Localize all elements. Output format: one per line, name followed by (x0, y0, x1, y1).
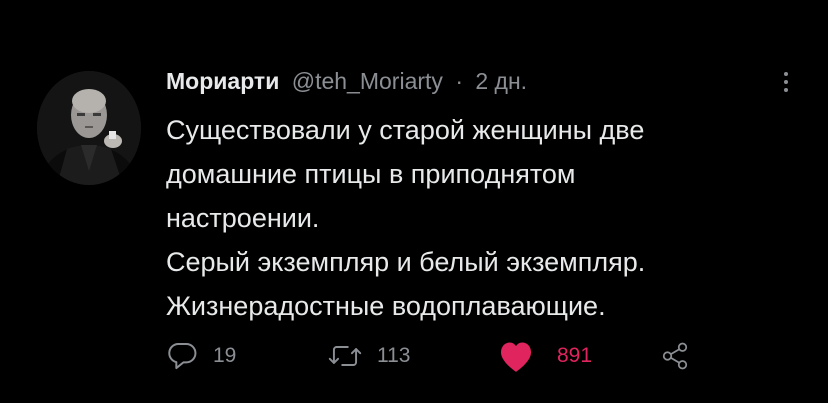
retweet-icon (328, 346, 362, 366)
retweet-count: 113 (377, 344, 411, 367)
tweet-text: Существовали у старой женщины две домашн… (166, 108, 786, 328)
tweet-actions: 19 113 891 (0, 336, 828, 376)
more-vertical-icon (784, 72, 788, 92)
tweet-text-line: домашние птицы в приподнятом (166, 159, 576, 189)
avatar[interactable] (37, 71, 141, 185)
author-handle[interactable]: @teh_Moriarty (292, 68, 443, 94)
author-display-name[interactable]: Мориарти (166, 68, 279, 94)
reply-count: 19 (213, 344, 237, 367)
reply-button[interactable]: 19 (165, 336, 236, 376)
tweet-card[interactable]: Мориарти @teh_Moriarty · 2 дн. Существов… (0, 0, 828, 403)
separator-dot: · (455, 68, 463, 94)
tweet-text-line: Жизнерадостные водоплавающие. (166, 291, 606, 321)
like-button[interactable]: 891 (497, 336, 592, 376)
tweet-text-line: настроении. (166, 203, 320, 233)
share-icon (662, 342, 688, 370)
tweet-header: Мориарти @teh_Moriarty · 2 дн. (166, 66, 527, 96)
tweet-timestamp[interactable]: 2 дн. (475, 68, 527, 94)
tweet-text-line: Существовали у старой женщины две (166, 115, 645, 145)
avatar-photo (37, 71, 141, 185)
more-options-button[interactable] (774, 68, 798, 96)
like-count: 891 (557, 344, 593, 367)
heart-icon (500, 342, 532, 372)
share-button[interactable] (660, 336, 690, 376)
tweet-text-line: Серый экземпляр и белый экземпляр. (166, 247, 646, 277)
reply-icon (168, 342, 197, 370)
retweet-button[interactable]: 113 (327, 336, 410, 376)
